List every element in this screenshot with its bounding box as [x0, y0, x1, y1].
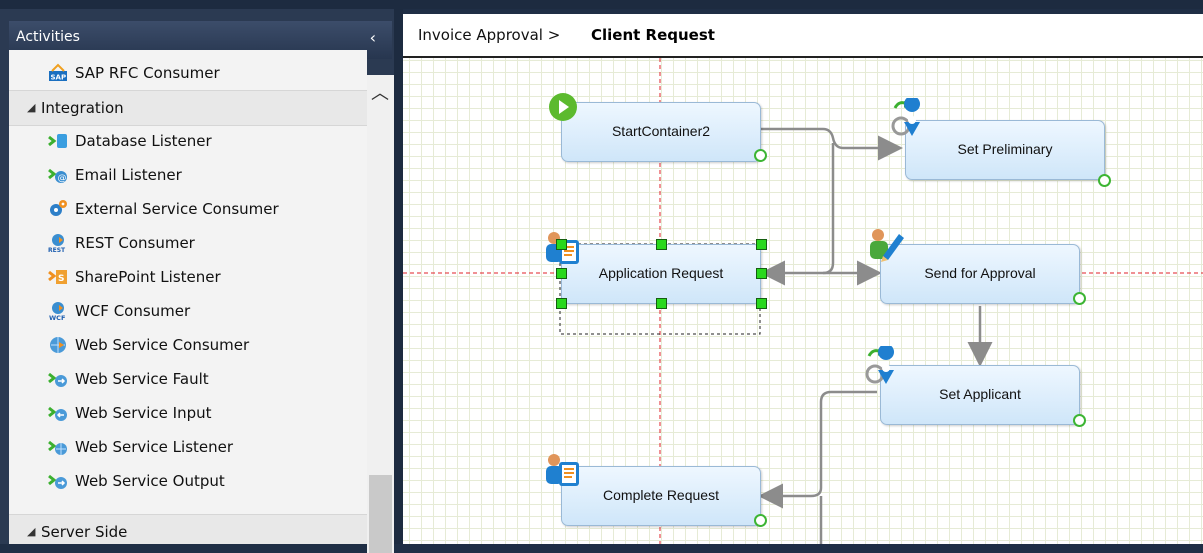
list-item-label: SAP RFC Consumer: [75, 64, 220, 82]
expand-triangle-icon: ◢: [27, 101, 36, 114]
node-label: Application Request: [598, 265, 724, 281]
list-item-web-service-output[interactable]: Web Service Output: [9, 464, 367, 498]
list-item-label: External Service Consumer: [75, 200, 279, 218]
list-item-label: Web Service Listener: [75, 438, 234, 456]
node-label: Send for Approval: [924, 265, 1036, 281]
list-item-sap-rfc-consumer[interactable]: SAP SAP RFC Consumer: [9, 56, 367, 90]
resize-handle[interactable]: [756, 268, 767, 279]
svg-text:@: @: [58, 174, 67, 184]
group-label: Server Side: [41, 523, 128, 541]
node-label: Set Preliminary: [957, 141, 1053, 157]
sharepoint-icon: S: [48, 267, 68, 287]
external-service-icon: [48, 199, 68, 219]
node-set-applicant[interactable]: Set Applicant: [880, 365, 1080, 425]
list-item-label: Web Service Fault: [75, 370, 209, 388]
resize-handle[interactable]: [656, 298, 667, 309]
panel-splitter[interactable]: [394, 9, 403, 544]
breadcrumb: Invoice Approval > Client Request: [403, 14, 1203, 58]
node-label: StartContainer2: [611, 123, 711, 139]
list-item-web-service-fault[interactable]: Web Service Fault: [9, 362, 367, 396]
list-item-label: REST Consumer: [75, 234, 195, 252]
designer-canvas: Invoice Approval > Client Request StartC…: [403, 14, 1203, 544]
list-item-rest-consumer[interactable]: REST REST Consumer: [9, 226, 367, 260]
activities-panel: Activities ‹ SAP SAP RFC Consumer ◢ Inte…: [0, 9, 394, 553]
svg-text:REST: REST: [48, 247, 66, 253]
play-icon: [548, 92, 578, 126]
user-edit-icon: [867, 226, 907, 270]
breadcrumb-parent[interactable]: Invoice Approval >: [418, 26, 560, 44]
database-listener-icon: [48, 131, 68, 151]
list-item-label: Email Listener: [75, 166, 182, 184]
resize-handle[interactable]: [756, 239, 767, 250]
list-item-email-listener[interactable]: @ Email Listener: [9, 158, 367, 192]
breadcrumb-current: Client Request: [591, 26, 715, 44]
node-send-for-approval[interactable]: Send for Approval: [880, 244, 1080, 304]
group-label: Integration: [41, 99, 124, 117]
node-port[interactable]: [1073, 414, 1086, 427]
activities-title: Activities: [16, 29, 80, 45]
wcf-icon: WCF: [48, 301, 68, 322]
resize-handle[interactable]: [556, 239, 567, 250]
resize-handle[interactable]: [756, 298, 767, 309]
node-application-request[interactable]: Application Request: [561, 244, 761, 304]
set-location-icon: [861, 344, 901, 390]
list-item-label: WCF Consumer: [75, 302, 191, 320]
activities-list: SAP SAP RFC Consumer ◢ Integration Datab…: [9, 50, 367, 544]
svg-text:SAP: SAP: [51, 74, 67, 82]
resize-handle[interactable]: [556, 298, 567, 309]
top-bar: [0, 0, 1203, 9]
node-label: Complete Request: [603, 487, 719, 503]
node-port[interactable]: [754, 149, 767, 162]
collapse-panel-button[interactable]: ‹: [370, 28, 376, 47]
list-item-label: SharePoint Listener: [75, 268, 221, 286]
rest-icon: REST: [48, 233, 68, 254]
node-startcontainer2[interactable]: StartContainer2: [561, 102, 761, 162]
connector-to-application-request: [760, 143, 835, 286]
node-port[interactable]: [754, 514, 767, 527]
group-integration[interactable]: ◢ Integration: [9, 90, 367, 126]
sap-icon: SAP: [48, 63, 68, 83]
list-item-web-service-input[interactable]: Web Service Input: [9, 396, 367, 430]
list-item-web-service-listener[interactable]: Web Service Listener: [9, 430, 367, 464]
web-service-fault-icon: [48, 369, 68, 389]
node-label: Set Applicant: [939, 386, 1021, 402]
list-item-label: Database Listener: [75, 132, 212, 150]
web-service-input-icon: [48, 403, 68, 423]
web-service-listener-icon: [48, 437, 68, 457]
expand-triangle-icon: ◢: [27, 525, 36, 538]
connector-to-complete-request: [758, 390, 877, 509]
resize-handle[interactable]: [656, 239, 667, 250]
list-item-label: Web Service Output: [75, 472, 225, 490]
scroll-up-arrow-icon[interactable]: ︿: [370, 79, 390, 104]
connector-start-to-set-preliminary: [760, 127, 903, 161]
list-item-database-listener[interactable]: Database Listener: [9, 124, 367, 158]
user-form-icon: [543, 452, 583, 496]
list-item-sharepoint-listener[interactable]: S SharePoint Listener: [9, 260, 367, 294]
node-complete-request[interactable]: Complete Request: [561, 466, 761, 526]
svg-text:S: S: [58, 274, 64, 284]
web-service-output-icon: [48, 471, 68, 491]
group-server-side[interactable]: ◢ Server Side: [9, 514, 367, 544]
set-location-icon: [887, 96, 927, 142]
web-service-consumer-icon: [48, 335, 68, 355]
scrollbar-thumb[interactable]: [369, 475, 392, 553]
resize-handle[interactable]: [556, 268, 567, 279]
email-listener-icon: @: [48, 165, 68, 185]
node-port[interactable]: [1073, 292, 1086, 305]
sidebar-scrollbar[interactable]: ︿: [367, 75, 394, 553]
svg-text:WCF: WCF: [49, 314, 65, 321]
list-item-wcf-consumer[interactable]: WCF WCF Consumer: [9, 294, 367, 328]
workflow-grid[interactable]: StartContainer2 Set Preliminary Applicat…: [403, 58, 1203, 544]
list-item-external-service-consumer[interactable]: External Service Consumer: [9, 192, 367, 226]
list-item-web-service-consumer[interactable]: Web Service Consumer: [9, 328, 367, 362]
list-item-label: Web Service Input: [75, 404, 212, 422]
node-set-preliminary[interactable]: Set Preliminary: [905, 120, 1105, 180]
list-item-label: Web Service Consumer: [75, 336, 250, 354]
node-port[interactable]: [1098, 174, 1111, 187]
